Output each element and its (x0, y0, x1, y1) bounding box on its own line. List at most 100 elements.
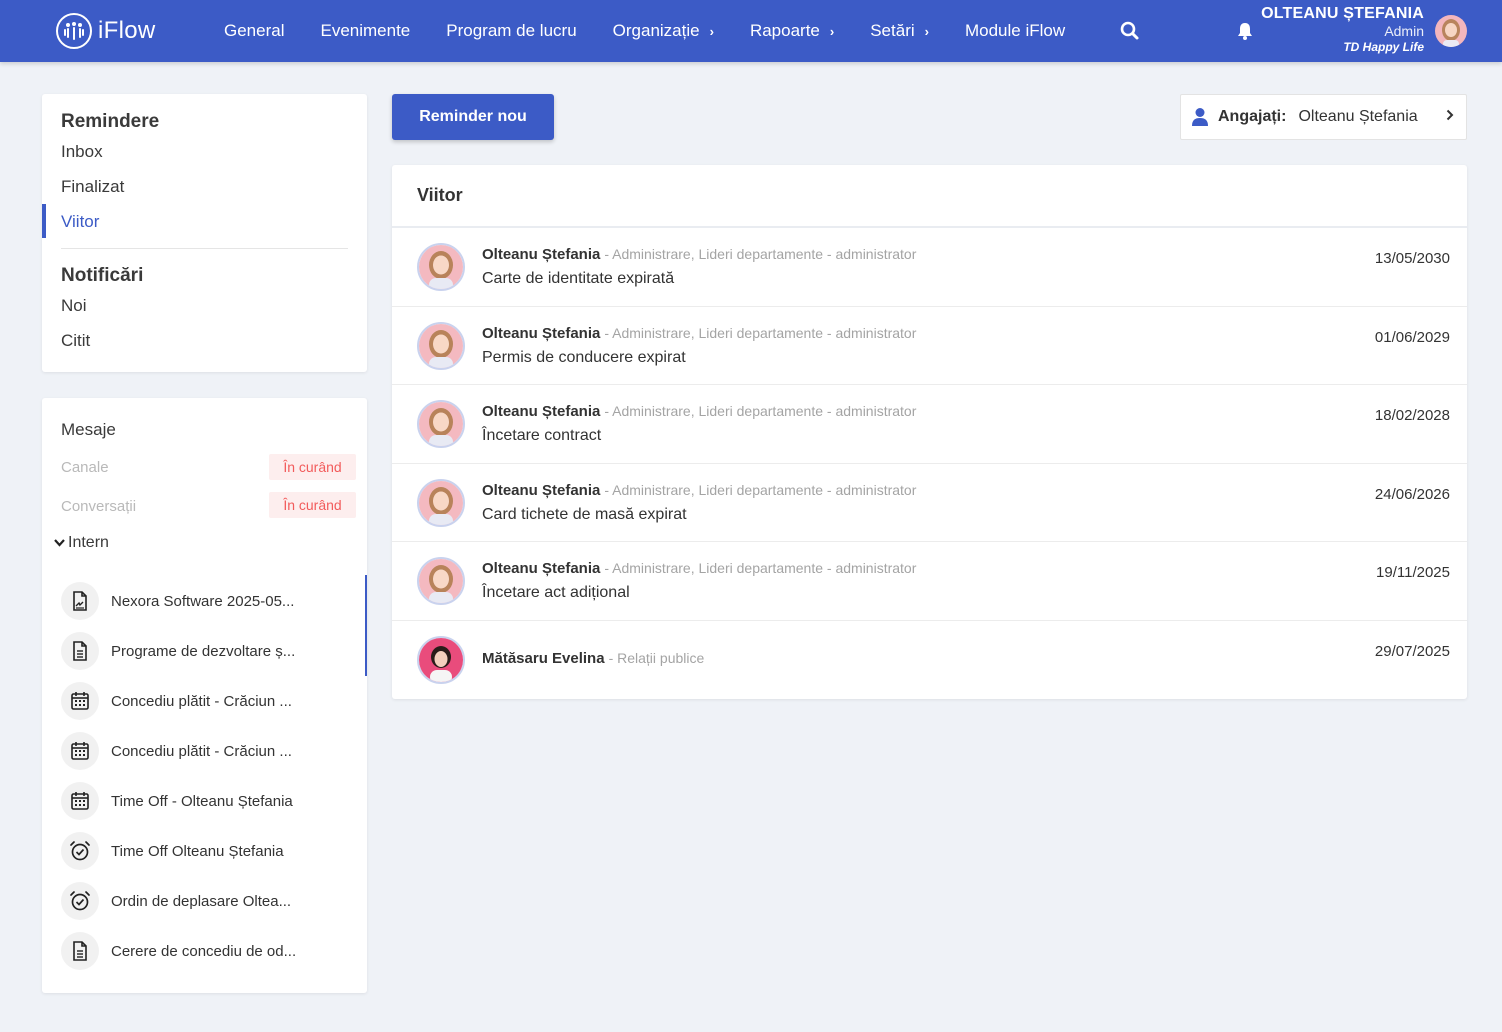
list-item[interactable]: Concediu plătit - Crăciun ... (61, 731, 351, 771)
notification-citit[interactable]: Citit (61, 331, 90, 351)
nav-label: Rapoarte (749, 21, 820, 40)
intern-group-toggle[interactable]: Intern (54, 534, 109, 552)
nav-setari[interactable]: Setări › (870, 21, 929, 41)
department-text: - Administrare, Lideri departamente - ad… (604, 246, 917, 262)
chevron-right-icon: › (829, 23, 835, 39)
avatar[interactable] (1435, 15, 1467, 47)
table-row[interactable]: Olteanu Ștefania - Administrare, Lideri d… (392, 464, 1467, 542)
table-row[interactable]: Olteanu Ștefania - Administrare, Lideri d… (392, 542, 1467, 621)
list-item[interactable]: Time Off - Olteanu Ștefania (61, 781, 351, 821)
bell-icon[interactable] (1236, 21, 1254, 41)
employee-selector[interactable]: Angajați: Olteanu Ștefania (1180, 94, 1467, 140)
row-name: Olteanu Ștefania - Administrare, Lideri d… (482, 560, 916, 577)
list-item-label: Time Off Olteanu Ștefania (111, 842, 284, 860)
app-name: iFlow (98, 17, 156, 44)
list-item[interactable]: Cerere de concediu de od... (61, 931, 351, 971)
reminder-title: Permis de conducere expirat (482, 348, 686, 366)
user-icon (1191, 107, 1209, 127)
department-text: - Administrare, Lideri departamente - ad… (604, 560, 917, 576)
calendar-icon (61, 732, 99, 770)
messages-title: Mesaje (61, 420, 116, 439)
department-text: - Administrare, Lideri departamente - ad… (604, 481, 917, 498)
user-role: Admin (1384, 23, 1424, 39)
nav-label: Organizație (612, 21, 700, 40)
calendar-icon (61, 682, 99, 720)
iflow-logo[interactable]: iFlow (56, 13, 156, 49)
nav-general[interactable]: General (224, 21, 284, 41)
document-icon (61, 932, 99, 970)
chevron-right-icon (1446, 108, 1454, 124)
alarm-check-icon (61, 882, 99, 920)
chevron-down-icon (54, 536, 65, 550)
row-name: Olteanu Ștefania - Administrare, Lideri d… (482, 482, 916, 499)
top-navigation-bar: iFlow General Evenimente Program de lucr… (0, 0, 1502, 62)
list-item-label: Time Off - Olteanu Ștefania (111, 792, 293, 810)
conversations-label: Conversații (61, 498, 137, 515)
table-row[interactable]: Olteanu Ștefania - Administrare, Lideri d… (392, 307, 1467, 385)
avatar (417, 478, 465, 527)
nav-label: General (224, 21, 285, 40)
nav-organizatie[interactable]: Organizație › (613, 21, 714, 41)
reminder-inbox[interactable]: Inbox (61, 142, 103, 162)
employee-name: Olteanu Ștefania (482, 403, 601, 420)
list-item[interactable]: Programe de dezvoltare ș... (61, 631, 351, 671)
reminder-finalizat[interactable]: Finalizat (61, 177, 124, 197)
department-text: - Administrare, Lideri departamente - ad… (604, 403, 917, 419)
row-name: Olteanu Ștefania - Administrare, Lideri d… (482, 325, 916, 342)
nav-rapoarte[interactable]: Rapoarte › (750, 21, 834, 41)
signed-document-icon (61, 582, 99, 620)
reminder-date: 29/07/2025 (1374, 642, 1450, 660)
notifications-title: Notificări (61, 265, 144, 286)
reminders-list: Viitor Olteanu Ștefania - Administrare, L… (392, 165, 1467, 699)
new-reminder-button[interactable]: Reminder nou (392, 94, 554, 140)
list-item[interactable]: Ordin de deplasare Oltea... (61, 881, 351, 921)
nav-program-de-lucru[interactable]: Program de lucru (446, 21, 576, 41)
nav-label: Module iFlow (964, 21, 1066, 40)
department-text: - Administrare, Lideri departamente - ad… (604, 324, 917, 341)
reminder-title: Încetare act adițional (482, 584, 630, 601)
row-name: Olteanu Ștefania - Administrare, Lideri d… (482, 246, 916, 263)
coming-soon-badge: În curând (269, 454, 356, 480)
chevron-right-icon: › (924, 23, 929, 39)
list-item[interactable]: Concediu plătit - Crăciun ... (61, 681, 351, 721)
row-name: Mătăsaru Evelina - Relații publice (482, 650, 704, 667)
active-indicator (42, 204, 46, 238)
notification-noi[interactable]: Noi (61, 296, 87, 316)
nav-module-iflow[interactable]: Module iFlow (965, 21, 1065, 41)
nav-label: Evenimente (320, 21, 411, 40)
table-row[interactable]: Olteanu Ștefania - Administrare, Lideri d… (392, 228, 1467, 307)
employee-name: Mătăsaru Evelina (482, 649, 605, 667)
nav-evenimente[interactable]: Evenimente (320, 21, 410, 41)
channels-label: Canale (61, 459, 109, 476)
list-item-label: Nexora Software 2025-05... (111, 592, 295, 610)
user-menu[interactable]: OLTEANU ȘTEFANIA Admin TD Happy Life (1261, 5, 1424, 54)
reminder-title: Card tichete de masă expirat (482, 505, 687, 523)
employee-label: Angajați: (1218, 108, 1287, 125)
table-row[interactable]: Olteanu Ștefania - Administrare, Lideri d… (392, 385, 1467, 464)
nav-label: Setări (870, 21, 915, 40)
reminder-viitor[interactable]: Viitor (61, 212, 99, 232)
list-item-label: Programe de dezvoltare ș... (111, 642, 296, 660)
avatar (417, 321, 465, 370)
table-row[interactable]: Mătăsaru Evelina - Relații publice 29/07/… (392, 621, 1467, 700)
department-text: - Relații publice (608, 649, 705, 666)
calendar-icon (61, 782, 99, 820)
list-item[interactable]: Time Off Olteanu Ștefania (61, 831, 351, 871)
list-item[interactable]: Nexora Software 2025-05... (61, 581, 351, 621)
reminders-title: Remindere (61, 111, 160, 132)
reminder-date: 19/11/2025 (1376, 564, 1450, 581)
reminder-title: Carte de identitate expirată (482, 270, 675, 287)
employee-name: Olteanu Ștefania (482, 560, 601, 577)
coming-soon-badge: În curând (269, 492, 356, 518)
search-icon[interactable] (1119, 20, 1141, 42)
main-nav: General Evenimente Program de lucru Orga… (206, 0, 1083, 62)
employee-name: Olteanu Ștefania (482, 246, 601, 263)
logo-people-icon (56, 13, 92, 49)
scrollbar[interactable] (365, 575, 367, 676)
list-item-label: Concediu plătit - Crăciun ... (111, 742, 292, 760)
nav-label: Program de lucru (446, 21, 577, 40)
employee-name: Olteanu Ștefania (482, 481, 601, 499)
row-name: Olteanu Ștefania - Administrare, Lideri d… (482, 403, 916, 420)
reminder-date: 01/06/2029 (1374, 328, 1450, 346)
document-icon (61, 632, 99, 670)
